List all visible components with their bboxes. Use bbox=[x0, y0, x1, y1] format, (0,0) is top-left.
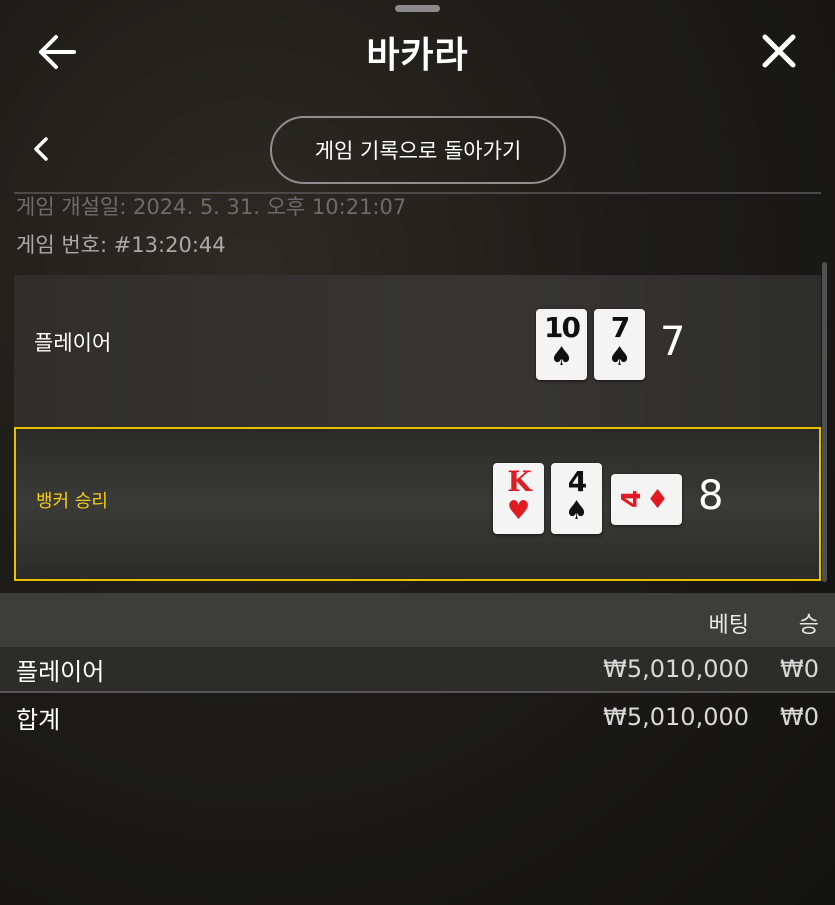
banker-card-1: K ♥ bbox=[493, 463, 544, 534]
spade-icon: ♠ bbox=[607, 342, 632, 372]
table-row: 합계 ₩5,010,000 ₩0 bbox=[0, 695, 835, 741]
player-card-2-rank: 7 bbox=[610, 311, 630, 344]
player-card-1: 10 ♠ bbox=[536, 309, 587, 380]
player-hand-panel: 플레이어 10 ♠ 7 ♠ 7 bbox=[14, 275, 821, 427]
sheet-drag-handle[interactable] bbox=[395, 5, 440, 12]
bets-table-header: 베팅 승 bbox=[0, 593, 835, 647]
win-amount: ₩0 bbox=[780, 655, 819, 683]
game-time: 게임 개설일: 2024. 5. 31. 오후 10:21:07 bbox=[16, 195, 407, 219]
banker-score: 8 bbox=[698, 473, 724, 519]
bet-column-header: 베팅 bbox=[708, 613, 749, 638]
diamond-icon: ♦ bbox=[645, 484, 670, 515]
spade-icon: ♠ bbox=[549, 342, 574, 372]
player-score: 7 bbox=[660, 319, 686, 365]
table-row: 플레이어 ₩5,010,000 ₩0 bbox=[0, 647, 835, 693]
banker-win-label: 뱅커 승리 bbox=[36, 491, 108, 512]
close-icon[interactable] bbox=[760, 32, 798, 70]
player-label: 플레이어 bbox=[34, 331, 112, 355]
banker-card-3: 4 ♦ bbox=[611, 474, 682, 525]
back-to-history-button[interactable]: 게임 기록으로 돌아가기 bbox=[270, 116, 566, 184]
player-card-2: 7 ♠ bbox=[594, 309, 645, 380]
banker-hand-panel: 뱅커 승리 K ♥ 4 ♠ 4 ♦ 8 bbox=[14, 427, 821, 581]
scrollbar[interactable] bbox=[822, 262, 827, 582]
banker-card-2: 4 ♠ bbox=[551, 463, 602, 534]
heart-icon: ♥ bbox=[506, 496, 531, 526]
banker-card-1-rank: K bbox=[507, 465, 531, 498]
banker-card-2-rank: 4 bbox=[567, 465, 587, 498]
banker-card-3-rank: 4 bbox=[616, 491, 647, 508]
win-column-header: 승 bbox=[798, 613, 819, 638]
bet-row-label: 플레이어 bbox=[16, 658, 105, 686]
game-detail-scroll-area[interactable]: 게임 개설일: 2024. 5. 31. 오후 10:21:07 게임 번호: … bbox=[0, 194, 835, 905]
total-row-label: 합계 bbox=[16, 706, 61, 734]
player-card-1-rank: 10 bbox=[544, 311, 581, 344]
total-bet-amount: ₩5,010,000 bbox=[603, 703, 749, 731]
page-title: 바카라 bbox=[366, 35, 469, 76]
chevron-left-icon[interactable] bbox=[30, 136, 54, 162]
total-win-amount: ₩0 bbox=[780, 703, 819, 731]
spade-icon: ♠ bbox=[564, 496, 589, 526]
game-number: 게임 번호: #13:20:44 bbox=[16, 233, 226, 257]
bet-amount: ₩5,010,000 bbox=[603, 655, 749, 683]
